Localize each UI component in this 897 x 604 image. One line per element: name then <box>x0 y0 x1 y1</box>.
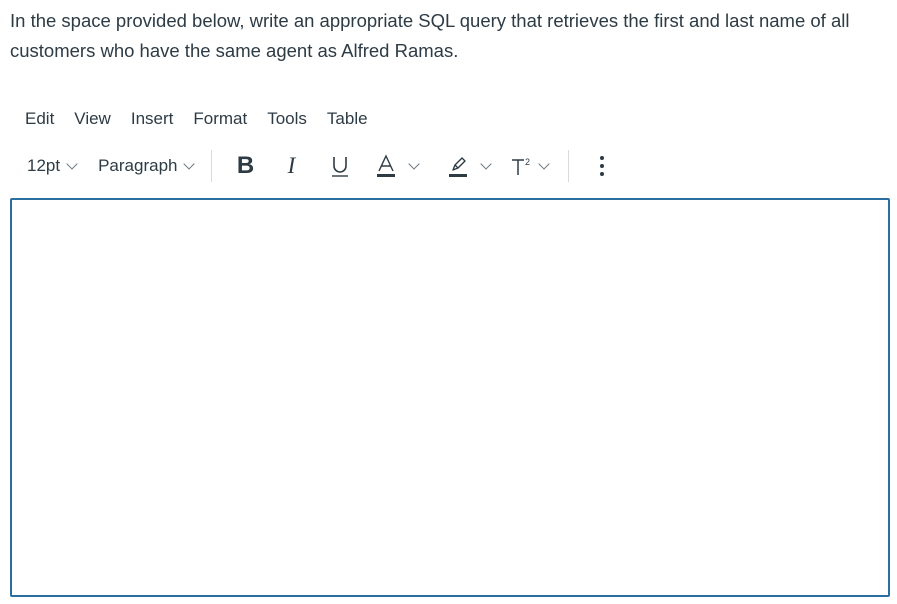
menu-tools[interactable]: Tools <box>267 106 307 132</box>
more-options-button[interactable] <box>597 155 607 177</box>
editor-menubar: Edit View Insert Format Tools Table <box>25 106 388 132</box>
italic-button[interactable]: I <box>282 153 300 179</box>
block-format-dropdown[interactable]: Paragraph <box>98 156 196 176</box>
question-text: In the space provided below, write an ap… <box>10 10 850 61</box>
chevron-down-icon <box>183 157 196 170</box>
underline-icon <box>332 157 349 177</box>
menu-format[interactable]: Format <box>193 106 247 132</box>
svg-text:2: 2 <box>525 157 530 167</box>
toolbar-divider <box>568 150 570 182</box>
toolbar-divider <box>211 150 213 182</box>
chevron-down-icon <box>480 157 493 170</box>
text-color-icon <box>377 154 396 177</box>
rich-text-editor-area[interactable] <box>10 198 890 597</box>
underline-button[interactable] <box>330 154 350 178</box>
highlight-color-dropdown[interactable] <box>448 154 493 178</box>
bold-icon: B <box>236 152 255 179</box>
superscript-icon: 2 <box>512 157 531 175</box>
block-format-value: Paragraph <box>98 156 178 175</box>
font-size-value: 12pt <box>27 156 61 175</box>
menu-table[interactable]: Table <box>327 106 368 132</box>
superscript-dropdown[interactable]: 2 <box>510 154 551 178</box>
menu-insert[interactable]: Insert <box>131 106 174 132</box>
italic-icon: I <box>287 153 296 178</box>
menu-edit[interactable]: Edit <box>25 106 54 132</box>
chevron-down-icon <box>538 157 551 170</box>
editor-toolbar: 12pt Paragraph B I 2 <box>27 148 607 184</box>
bold-button[interactable]: B <box>234 152 256 180</box>
text-color-dropdown[interactable] <box>376 154 421 178</box>
menu-view[interactable]: View <box>74 106 111 132</box>
more-vertical-icon <box>600 156 605 176</box>
font-size-dropdown[interactable]: 12pt <box>27 156 78 176</box>
chevron-down-icon <box>408 157 421 170</box>
highlight-icon <box>449 157 468 177</box>
chevron-down-icon <box>66 157 78 170</box>
